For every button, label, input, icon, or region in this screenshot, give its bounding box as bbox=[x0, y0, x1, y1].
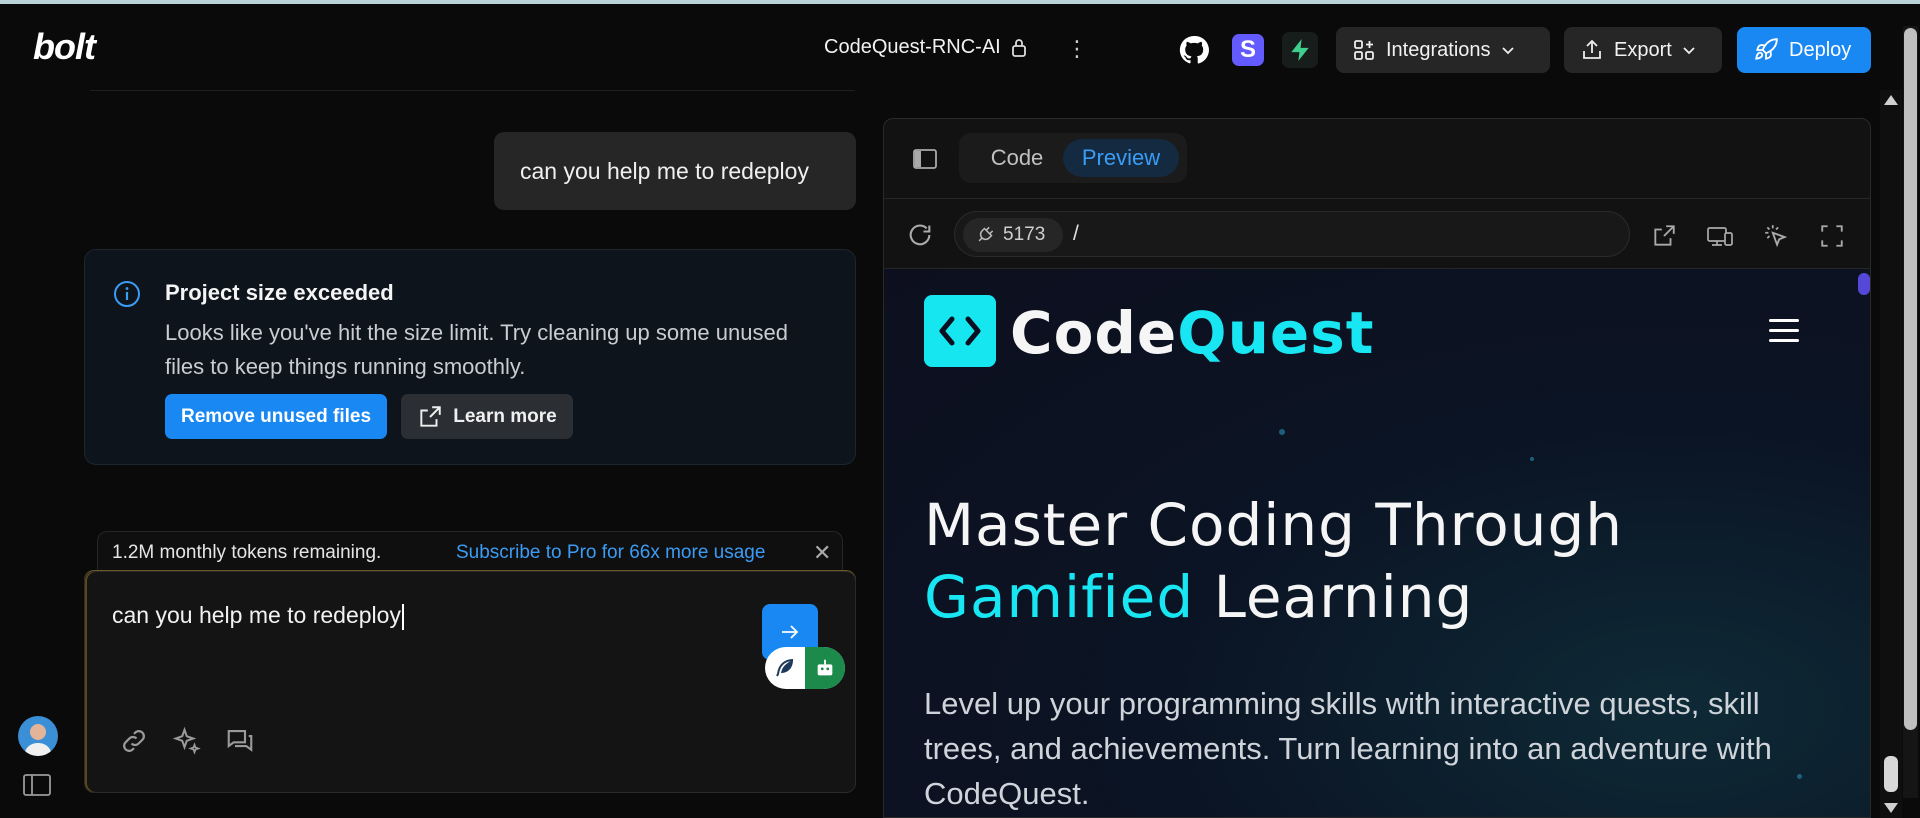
prompt-input-text: can you help me to redeploy bbox=[112, 602, 401, 628]
integrations-button[interactable]: Integrations bbox=[1336, 27, 1550, 73]
fullscreen-icon[interactable] bbox=[1818, 223, 1846, 249]
bolt-logo[interactable]: bolt bbox=[33, 26, 96, 68]
site-brand[interactable]: CodeQuest bbox=[1010, 299, 1374, 367]
hero-accent-word: Gamified bbox=[924, 563, 1195, 631]
top-bar: bolt CodeQuest-RNC-AI ⋮ S Integrations E… bbox=[0, 4, 1920, 90]
github-icon[interactable] bbox=[1178, 34, 1210, 66]
preview-scrollbar-thumb[interactable] bbox=[1858, 273, 1870, 295]
page-scrollbar-thumb[interactable] bbox=[1904, 28, 1917, 730]
background-particle bbox=[1530, 457, 1534, 461]
feather-icon bbox=[776, 659, 794, 677]
deploy-button[interactable]: Deploy bbox=[1737, 27, 1871, 73]
export-label: Export bbox=[1614, 38, 1672, 61]
supabase-icon[interactable] bbox=[1282, 32, 1318, 68]
supabase-bolt-glyph bbox=[1291, 39, 1309, 61]
discuss-chat-icon[interactable] bbox=[223, 724, 257, 758]
project-name: CodeQuest-RNC-AI bbox=[824, 36, 1001, 58]
alert-title: Project size exceeded bbox=[165, 280, 394, 305]
project-menu-kebab[interactable]: ⋮ bbox=[1066, 34, 1088, 64]
avatar-portrait bbox=[24, 724, 52, 756]
robot-icon bbox=[817, 659, 833, 676]
deploy-label: Deploy bbox=[1789, 38, 1852, 61]
hero-line-1: Master Coding Through bbox=[924, 491, 1624, 559]
brand-code: Code bbox=[1010, 299, 1178, 367]
enhance-prompt-sparkles-icon[interactable] bbox=[170, 724, 204, 758]
attach-link-icon[interactable] bbox=[117, 724, 151, 758]
project-size-alert: Project size exceeded Looks like you've … bbox=[84, 249, 856, 465]
background-particle bbox=[1279, 429, 1285, 435]
reload-icon[interactable] bbox=[906, 221, 934, 249]
info-icon bbox=[114, 281, 140, 307]
tab-preview[interactable]: Preview bbox=[1063, 139, 1179, 177]
integrations-label: Integrations bbox=[1386, 38, 1491, 61]
view-switcher: Code Preview bbox=[959, 133, 1187, 183]
port-number: 5173 bbox=[1003, 224, 1046, 245]
mode-toggle[interactable] bbox=[765, 647, 845, 689]
select-cursor-icon[interactable] bbox=[1762, 223, 1790, 249]
deploy-rocket-icon bbox=[1755, 38, 1778, 60]
lock-icon bbox=[1011, 38, 1026, 57]
preview-toolbar: 5173 / bbox=[884, 199, 1870, 269]
workbench-header: Code Preview bbox=[884, 119, 1870, 199]
sidebar-toggle-icon[interactable] bbox=[22, 772, 52, 798]
send-arrow-icon bbox=[782, 625, 799, 639]
hero-line-2: Gamified Learning bbox=[924, 561, 1623, 633]
open-new-tab-icon[interactable] bbox=[1650, 223, 1678, 249]
chat-scrollbar-thumb[interactable] bbox=[1884, 756, 1898, 792]
prompt-composer[interactable]: can you help me to redeploy bbox=[84, 571, 856, 793]
prompt-input[interactable]: can you help me to redeploy bbox=[112, 602, 404, 630]
stripe-icon[interactable]: S bbox=[1232, 34, 1264, 66]
close-banner-icon[interactable]: ✕ bbox=[813, 540, 831, 566]
brand-quest: Quest bbox=[1177, 299, 1375, 367]
preview-address-bar[interactable]: 5173 / bbox=[954, 211, 1630, 257]
learn-more-label: Learn more bbox=[453, 405, 557, 427]
chevron-down-icon bbox=[1501, 47, 1514, 55]
port-selector[interactable]: 5173 bbox=[963, 218, 1063, 252]
integrations-icon bbox=[1354, 40, 1374, 60]
plug-icon bbox=[978, 226, 994, 242]
remove-unused-files-button[interactable]: Remove unused files bbox=[165, 394, 387, 439]
hero-subtitle: Level up your programming skills with in… bbox=[924, 686, 1772, 811]
build-mode-option[interactable] bbox=[765, 647, 805, 689]
project-title[interactable]: CodeQuest-RNC-AI bbox=[824, 36, 1027, 59]
tokens-remaining-text: 1.2M monthly tokens remaining. bbox=[112, 542, 382, 563]
subscribe-pro-link[interactable]: Subscribe to Pro for 66x more usage bbox=[456, 542, 765, 564]
user-message-bubble: can you help me to redeploy bbox=[494, 132, 856, 210]
preview-viewport[interactable]: CodeQuest Master Coding Through Gamified… bbox=[884, 269, 1870, 817]
url-path[interactable]: / bbox=[1073, 222, 1079, 246]
alert-message: Looks like you've hit the size limit. Tr… bbox=[165, 320, 788, 379]
learn-more-button[interactable]: Learn more bbox=[401, 394, 573, 439]
hero-rest: Learning bbox=[1194, 563, 1474, 631]
tab-code[interactable]: Code bbox=[967, 139, 1067, 177]
discuss-mode-option[interactable] bbox=[805, 647, 845, 689]
panel-sidebar-icon[interactable] bbox=[912, 147, 938, 171]
text-caret bbox=[401, 603, 404, 630]
scroll-down-arrow-icon[interactable] bbox=[1884, 803, 1898, 813]
external-link-icon bbox=[420, 405, 441, 427]
code-brackets-icon[interactable] bbox=[924, 295, 996, 367]
device-icon[interactable] bbox=[1706, 223, 1734, 249]
chat-divider bbox=[90, 90, 855, 91]
scroll-up-arrow-icon[interactable] bbox=[1884, 95, 1898, 105]
export-button[interactable]: Export bbox=[1564, 27, 1722, 73]
user-avatar[interactable] bbox=[18, 716, 58, 756]
hamburger-icon[interactable] bbox=[1769, 319, 1799, 343]
chevron-down-icon bbox=[1683, 47, 1695, 55]
hero-heading: Master Coding Through Gamified Learning bbox=[924, 489, 1623, 633]
token-usage-banner: 1.2M monthly tokens remaining. Subscribe… bbox=[97, 531, 843, 573]
workbench-panel: Code Preview 5173 / CodeQuest Master Cod… bbox=[883, 118, 1871, 818]
export-icon bbox=[1583, 39, 1601, 59]
chat-scrollbar-track[interactable] bbox=[1880, 90, 1902, 818]
